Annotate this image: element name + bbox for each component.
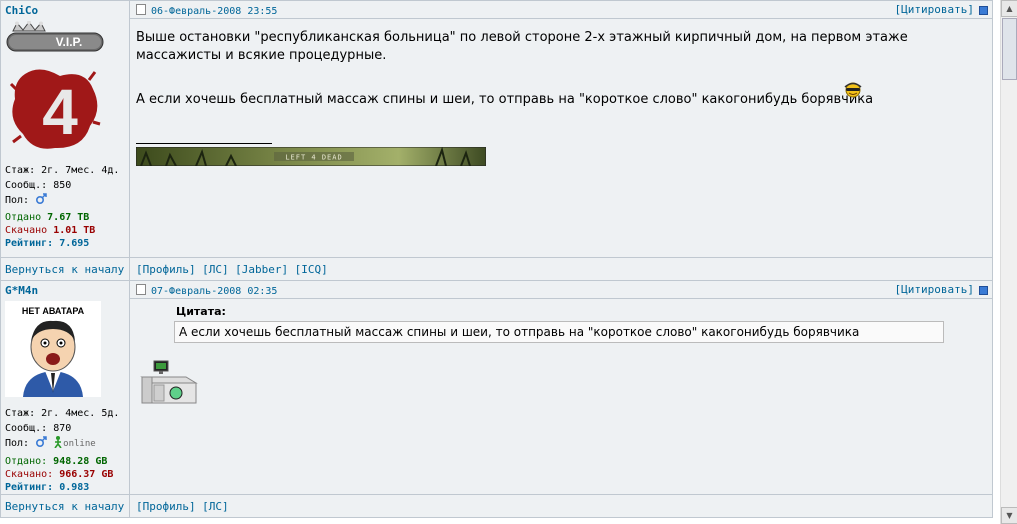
post-author-cell: G*M4n НЕТ АВАТАРА Стаж: 2г. 4мес. 5д. Со… [0,280,130,495]
post-date[interactable]: 07-Февраль-2008 02:35 [151,286,277,297]
upload-value: 948.28 GB [53,456,108,467]
scroll-thumb[interactable] [1002,18,1017,80]
quote-square-icon[interactable] [979,286,988,295]
post-footer-row: Вернуться к началу [Профиль] [ЛС] [Jabbe… [0,257,993,281]
gender-label: Пол: [5,195,30,206]
post-content-cell: 06-Февраль-2008 23:55 [Цитировать] Выше … [129,0,993,258]
posts-value: 850 [53,180,72,191]
post-body: Выше остановки "республиканская больница… [130,19,992,182]
post-header: 06-Февраль-2008 23:55 [Цитировать] [130,1,992,19]
vip-rank-icon: V.I.P. [6,20,104,52]
author-stats: Стаж: 2г. 4мес. 5д. Сообщ.: 870 Пол: onl… [5,408,120,493]
avatar: НЕТ АВАТАРА [5,301,101,397]
stage-label: Стаж: [5,165,36,176]
back-to-top-link[interactable]: Вернуться к началу [1,500,124,513]
avatar-label: НЕТ АВАТАРА [22,306,85,316]
forum-topic: ChiCo V.I.P. 4 Стаж: 2г. 7мес. 4д. Сообщ… [0,0,993,524]
stage-value: 2г. 7мес. 4д. [41,165,120,176]
scroll-up-icon[interactable]: ▲ [1001,0,1017,17]
post-header: 07-Февраль-2008 02:35 [Цитировать] [130,281,992,299]
icq-link[interactable]: [ICQ] [292,263,328,276]
posts-value: 870 [53,423,72,434]
male-icon [36,193,47,205]
vertical-scrollbar[interactable]: ▲ ▼ [1000,0,1017,524]
rating-value: 7.695 [59,238,90,249]
download-label: Скачано [5,469,48,480]
gender-label: Пол: [5,438,30,449]
document-icon [136,284,146,295]
upload-label: Отдано [5,456,42,467]
back-cell: Вернуться к началу [0,494,130,518]
computer-icon [140,360,198,404]
stage-label: Стаж: [5,408,36,419]
author-nick[interactable]: ChiCo [1,1,129,17]
author-nick[interactable]: G*M4n [1,281,129,297]
online-icon [54,436,62,449]
jabber-link[interactable]: [Jabber] [232,263,288,276]
rating-value: 0.983 [59,482,90,493]
smiley-icon [844,82,862,98]
profile-links-cell: [Профиль] [ЛС] [Jabber] [ICQ] [129,257,993,281]
signature-separator [136,143,272,144]
post-footer-row: Вернуться к началу [Профиль] [ЛС] [0,494,993,518]
quote-box: А если хочешь бесплатный массаж спины и … [174,321,944,343]
male-icon [36,436,47,448]
rating-label: Рейтинг [5,238,48,249]
profile-links-cell: [Профиль] [ЛС] [129,494,993,518]
download-label: Скачано [5,225,48,236]
banner-text: LEFT 4 DEAD [285,154,342,162]
quote-square-icon[interactable] [979,6,988,15]
post-row: ChiCo V.I.P. 4 Стаж: 2г. 7мес. 4д. Сообщ… [0,0,993,258]
pm-link[interactable]: [ЛС] [199,500,229,513]
quote-button[interactable]: [Цитировать] [895,283,974,296]
post-text: Выше остановки "республиканская больница… [136,30,908,63]
post-content-cell: 07-Февраль-2008 02:35 [Цитировать] Цитат… [129,280,993,495]
posts-label: Сообщ.: [5,180,48,191]
author-stats: Стаж: 2г. 7мес. 4д. Сообщ.: 850 Пол: Отд… [5,165,120,249]
download-value: 1.01 TB [53,225,96,236]
post-text: А если хочешь бесплатный массаж спины и … [136,92,874,107]
post-author-cell: ChiCo V.I.P. 4 Стаж: 2г. 7мес. 4д. Сообщ… [0,0,130,258]
pm-link[interactable]: [ЛС] [199,263,229,276]
post-body: Цитата: А если хочешь бесплатный массаж … [130,305,992,412]
download-value: 966.37 GB [59,469,114,480]
quote-title: Цитата: [176,305,226,318]
posts-table: ChiCo V.I.P. 4 Стаж: 2г. 7мес. 4д. Сообщ… [0,0,993,518]
profile-link[interactable]: [Профиль] [130,263,196,276]
avatar-label: 4 [42,76,78,148]
document-icon [136,4,146,15]
back-cell: Вернуться к началу [0,257,130,281]
rank-label: V.I.P. [56,35,83,49]
post-row: G*M4n НЕТ АВАТАРА Стаж: 2г. 4мес. 5д. Со… [0,280,993,495]
signature-banner: LEFT 4 DEAD [135,146,487,167]
profile-link[interactable]: [Профиль] [130,500,196,513]
upload-label: Отдано [5,212,42,223]
quote-button[interactable]: [Цитировать] [895,3,974,16]
page-gap [993,0,1000,524]
rating-label: Рейтинг [5,482,48,493]
posts-label: Сообщ.: [5,423,48,434]
stage-value: 2г. 4мес. 5д. [41,408,120,419]
upload-value: 7.67 TB [47,212,90,223]
back-to-top-link[interactable]: Вернуться к началу [1,263,124,276]
online-status: online [63,439,96,449]
scroll-down-icon[interactable]: ▼ [1001,507,1017,524]
post-date[interactable]: 06-Февраль-2008 23:55 [151,6,277,17]
avatar: 4 [9,69,101,149]
